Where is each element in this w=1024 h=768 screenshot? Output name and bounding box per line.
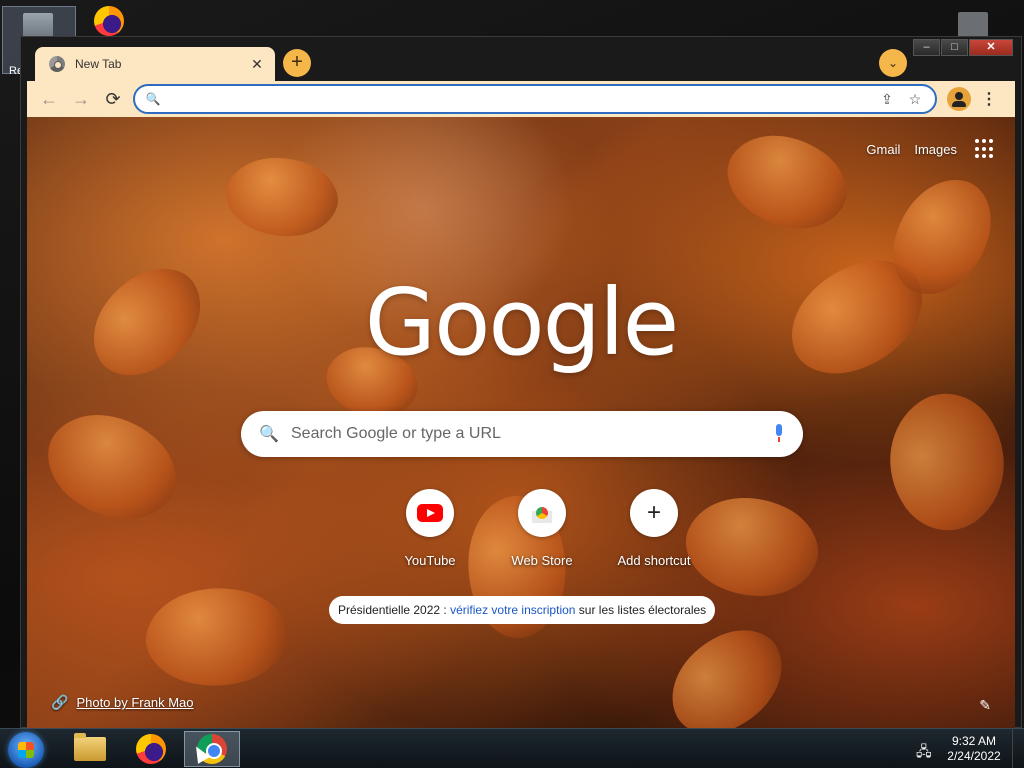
taskbar-explorer[interactable]	[62, 731, 118, 767]
bookmark-star-icon[interactable]: ☆	[901, 86, 929, 112]
gmail-link[interactable]: Gmail	[866, 142, 900, 157]
forward-button[interactable]: →	[65, 83, 97, 115]
youtube-icon	[417, 504, 443, 522]
chrome-window: – □ ✕ New Tab ✕ + ⌄ ← → ⟳ 🔍 ⇪ ☆ ⋮ Gmail …	[20, 36, 1023, 729]
address-bar[interactable]: 🔍 ⇪ ☆	[133, 84, 937, 114]
google-logo: Google	[364, 269, 679, 376]
promo-banner: Présidentielle 2022 : vérifiez votre ins…	[329, 596, 716, 624]
link-icon: 🔗	[51, 694, 69, 710]
ntp-search-box[interactable]: 🔍	[241, 411, 803, 457]
google-apps-icon[interactable]	[975, 139, 995, 159]
chrome-favicon-icon	[49, 56, 65, 72]
system-clock[interactable]: 9:32 AM 2/24/2022	[944, 734, 1004, 764]
show-desktop-button[interactable]	[1012, 729, 1024, 768]
network-tray-icon[interactable]: 🖧	[916, 741, 932, 765]
promo-suffix: sur les listes électorales	[575, 603, 707, 617]
start-button[interactable]	[8, 732, 44, 768]
images-link[interactable]: Images	[914, 142, 957, 157]
chrome-menu-button[interactable]: ⋮	[979, 89, 999, 109]
close-tab-icon[interactable]: ✕	[249, 56, 265, 73]
promo-prefix: Présidentielle 2022 :	[338, 603, 451, 617]
customize-pencil-icon[interactable]: ✎	[979, 697, 991, 714]
background-leaf	[30, 386, 194, 548]
firefox-icon	[136, 734, 166, 764]
address-input[interactable]	[169, 91, 873, 107]
firefox-desktop-icon[interactable]	[94, 6, 140, 40]
share-icon[interactable]: ⇪	[873, 86, 901, 112]
reload-button[interactable]: ⟳	[97, 83, 129, 115]
network-desktop-icon[interactable]	[952, 8, 992, 38]
webstore-icon	[530, 503, 554, 523]
background-leaf	[653, 615, 801, 729]
clock-date: 2/24/2022	[947, 749, 1001, 763]
back-button[interactable]: ←	[33, 83, 65, 115]
background-leaf	[712, 117, 862, 254]
photo-credit[interactable]: 🔗 Photo by Frank Mao	[51, 694, 194, 711]
new-tab-button[interactable]: +	[283, 49, 311, 77]
shortcut-tile: +	[630, 489, 678, 537]
background-leaf	[139, 575, 295, 699]
top-links: Gmail Images	[852, 139, 995, 159]
search-icon: 🔍	[145, 92, 161, 106]
ntp-search-input[interactable]	[291, 425, 773, 443]
tab-strip: New Tab ✕ + ⌄	[27, 37, 1023, 81]
clock-time: 9:32 AM	[951, 734, 997, 748]
tab-search-button[interactable]: ⌄	[879, 49, 907, 77]
profile-avatar-icon[interactable]	[947, 87, 971, 111]
browser-toolbar: ← → ⟳ 🔍 ⇪ ☆ ⋮	[27, 81, 1015, 117]
microphone-icon[interactable]	[773, 424, 785, 444]
shortcut-label: Add shortcut	[617, 553, 691, 568]
search-icon: 🔍	[259, 426, 279, 443]
folder-icon	[74, 733, 106, 761]
taskbar-firefox[interactable]	[123, 731, 179, 767]
shortcut-label: YouTube	[404, 553, 456, 568]
background-leaf	[216, 140, 348, 254]
photo-credit-text[interactable]: Photo by Frank Mao	[76, 695, 193, 710]
computer-icon	[958, 12, 988, 38]
firefox-icon	[94, 6, 124, 36]
shortcut-add[interactable]: + Add shortcut	[599, 489, 709, 568]
tab-title: New Tab	[75, 57, 122, 71]
background-leaf	[860, 374, 1015, 550]
shortcut-tile	[518, 489, 566, 537]
shortcut-web-store[interactable]: Web Store	[487, 489, 597, 568]
taskbar: 🖧 9:32 AM 2/24/2022	[0, 728, 1024, 768]
shortcut-tile	[406, 489, 454, 537]
tab-new-tab[interactable]: New Tab ✕	[35, 47, 275, 81]
promo-link[interactable]: vérifiez votre inscription	[450, 603, 575, 617]
new-tab-page: Gmail Images Google 🔍 YouTube Web Store …	[27, 117, 1015, 729]
shortcut-youtube[interactable]: YouTube	[375, 489, 485, 568]
shortcut-label: Web Store	[511, 553, 573, 568]
plus-icon: +	[646, 499, 661, 526]
